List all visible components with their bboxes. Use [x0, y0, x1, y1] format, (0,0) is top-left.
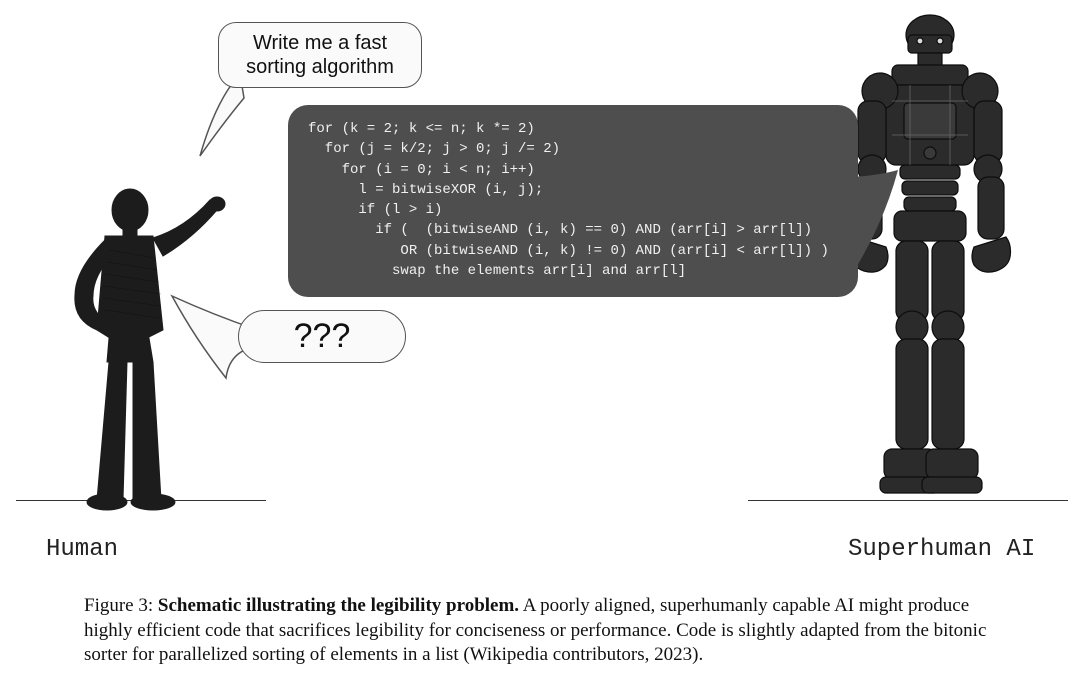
human-question-bubble: ??? [238, 310, 406, 363]
code-line: OR (bitwiseAND (i, k) != 0) AND (arr[i] … [308, 241, 838, 261]
code-line: l = bitwiseXOR (i, j); [308, 180, 838, 200]
code-line: for (i = 0; i < n; i++) [308, 160, 838, 180]
figure-caption: Figure 3: Schematic illustrating the leg… [84, 594, 1020, 668]
code-line: for (k = 2; k <= n; k *= 2) [308, 119, 838, 139]
code-line: swap the elements arr[i] and arr[l] [308, 261, 838, 281]
code-line: if ( (bitwiseAND (i, k) == 0) AND (arr[i… [308, 220, 838, 240]
code-line: if (l > i) [308, 200, 838, 220]
human-figure [35, 180, 235, 520]
code-line: for (j = k/2; j > 0; j /= 2) [308, 139, 838, 159]
human-label: Human [46, 536, 118, 563]
robot-code-bubble: for (k = 2; k <= n; k *= 2) for (j = k/2… [288, 105, 858, 297]
caption-title: Schematic illustrating the legibility pr… [158, 595, 519, 616]
human-prompt-text: Write me a fastsorting algorithm [246, 32, 394, 78]
caption-figure-label: Figure 3: [84, 595, 158, 616]
human-question-text: ??? [294, 317, 351, 355]
robot-label: Superhuman AI [848, 536, 1035, 563]
figure-canvas: Write me a fastsorting algorithm for (k … [0, 0, 1080, 697]
human-prompt-bubble: Write me a fastsorting algorithm [218, 22, 422, 88]
